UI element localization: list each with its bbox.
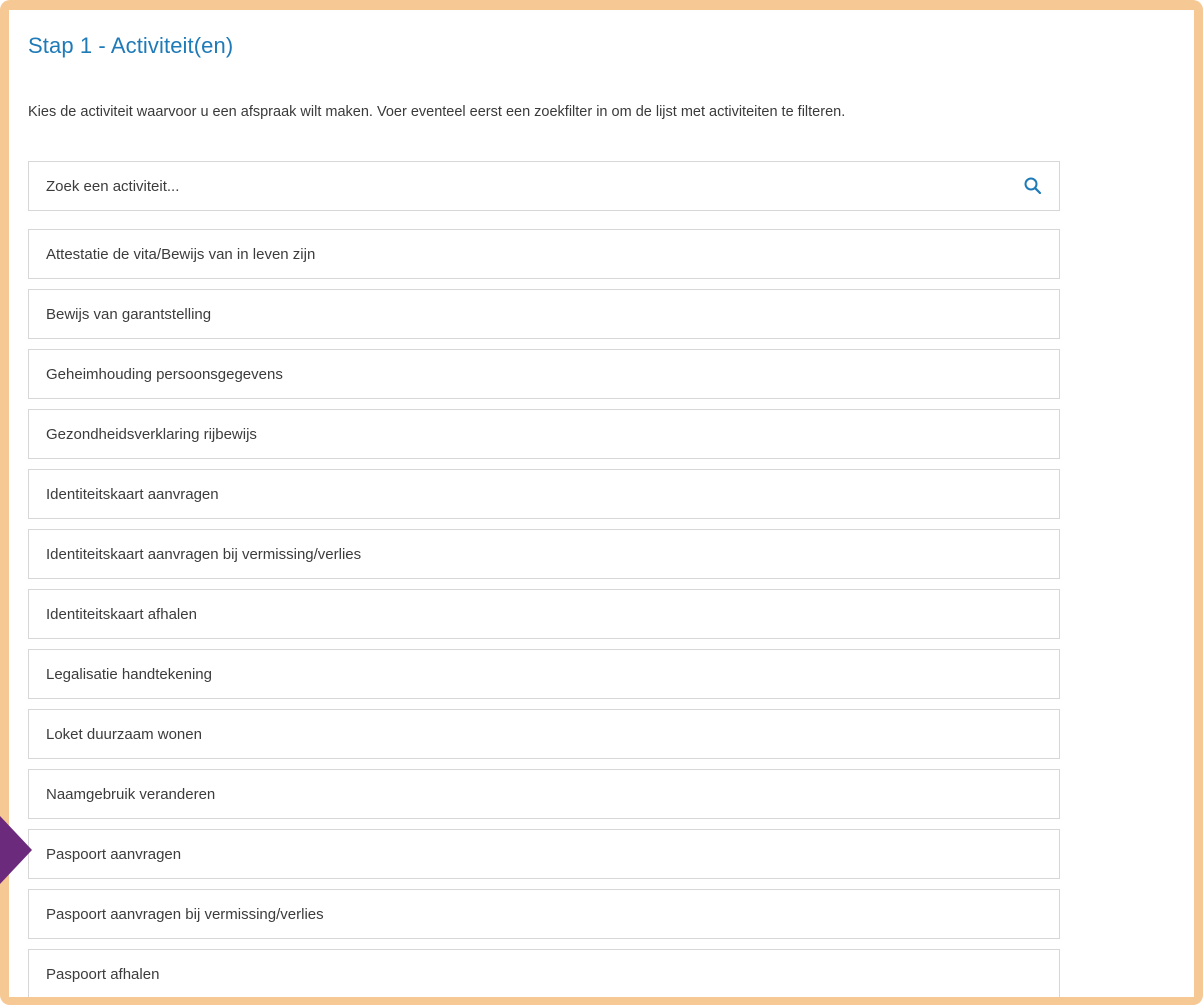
- activity-item-paspoort-vermissing[interactable]: Paspoort aanvragen bij vermissing/verlie…: [28, 889, 1060, 939]
- activity-item-identiteitskaart-aanvragen[interactable]: Identiteitskaart aanvragen: [28, 469, 1060, 519]
- activity-item-identiteitskaart-afhalen[interactable]: Identiteitskaart afhalen: [28, 589, 1060, 639]
- step-instruction: Kies de activiteit waarvoor u een afspra…: [28, 104, 846, 120]
- activity-item-paspoort-aanvragen[interactable]: Paspoort aanvragen: [28, 829, 1060, 879]
- activity-item-attestatie-de-vita[interactable]: Attestatie de vita/Bewijs van in leven z…: [28, 229, 1060, 279]
- activity-item-legalisatie-handtekening[interactable]: Legalisatie handtekening: [28, 649, 1060, 699]
- search-input[interactable]: [29, 162, 1009, 210]
- pointer-arrow-icon: [0, 816, 32, 884]
- activity-item-gezondheidsverklaring-rijbewijs[interactable]: Gezondheidsverklaring rijbewijs: [28, 409, 1060, 459]
- step-title: Stap 1 - Activiteit(en): [28, 33, 234, 58]
- search-icon[interactable]: [1023, 176, 1043, 196]
- page-frame: Stap 1 - Activiteit(en) Kies de activite…: [0, 0, 1203, 1005]
- activity-list: Attestatie de vita/Bewijs van in leven z…: [28, 229, 1060, 997]
- activity-item-geheimhouding-persoonsgegevens[interactable]: Geheimhouding persoonsgegevens: [28, 349, 1060, 399]
- activity-item-identiteitskaart-vermissing[interactable]: Identiteitskaart aanvragen bij vermissin…: [28, 529, 1060, 579]
- search-box: [28, 161, 1060, 211]
- activity-item-bewijs-van-garantstelling[interactable]: Bewijs van garantstelling: [28, 289, 1060, 339]
- activity-item-naamgebruik-veranderen[interactable]: Naamgebruik veranderen: [28, 769, 1060, 819]
- activity-item-paspoort-afhalen[interactable]: Paspoort afhalen: [28, 949, 1060, 997]
- activity-item-loket-duurzaam-wonen[interactable]: Loket duurzaam wonen: [28, 709, 1060, 759]
- activity-step-panel: Stap 1 - Activiteit(en) Kies de activite…: [9, 10, 1194, 997]
